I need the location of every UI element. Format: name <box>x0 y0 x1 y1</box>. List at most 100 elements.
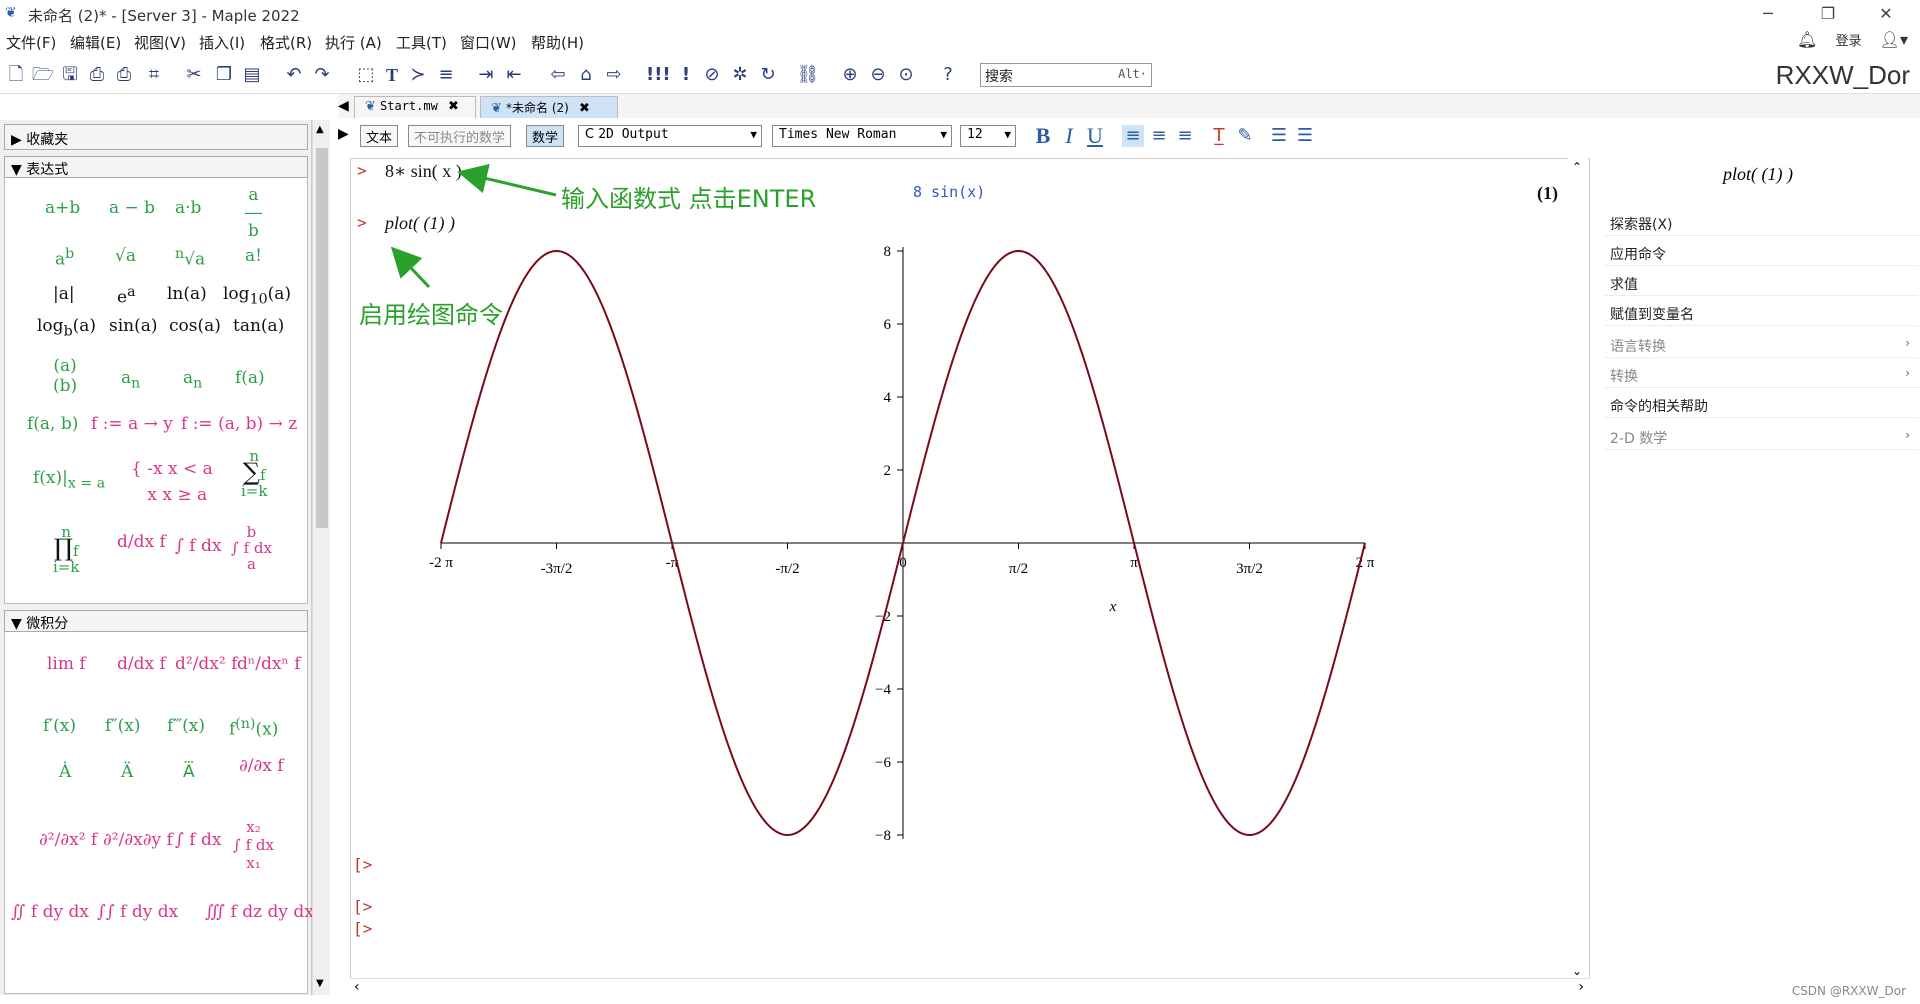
style-select[interactable]: C 2D Output ▼ <box>578 125 762 147</box>
menu-insert[interactable]: 插入(I) <box>199 32 245 53</box>
palette-sum-ab[interactable]: a+b <box>45 198 80 218</box>
context-item[interactable]: 求值 <box>1604 268 1918 296</box>
scroll-up-icon[interactable]: ⌃ <box>1572 160 1582 174</box>
crop-icon[interactable]: ⌗ <box>142 63 166 87</box>
debug-icon[interactable]: ✲ <box>728 63 752 87</box>
align-left-icon[interactable]: ≡ <box>1122 125 1144 147</box>
menu-window[interactable]: 窗口(W) <box>460 32 517 53</box>
save-icon[interactable]: 🖫 <box>58 63 82 87</box>
palette-partial-2[interactable]: ∂²/∂x² f <box>39 830 97 850</box>
text-mode-icon[interactable]: T <box>380 63 404 87</box>
close-button[interactable]: ✕ <box>1866 2 1906 26</box>
context-item[interactable]: 语言转换 › <box>1604 330 1918 358</box>
zoom-in-icon[interactable]: ⊕ <box>838 63 862 87</box>
palette-sin[interactable]: sin(a) <box>109 316 158 336</box>
bold-icon[interactable]: B <box>1032 125 1054 147</box>
palette-dn-dxn[interactable]: dⁿ/dxⁿ f <box>237 654 300 674</box>
palette-ln[interactable]: ln(a) <box>167 284 207 304</box>
sine-plot[interactable]: 8642−2−4−6−8-2 π -3π/2 -π -π/2 0 π/2 π 3π/2 2 πx <box>429 244 1375 844</box>
search-input[interactable]: 搜索 Alt· <box>980 63 1152 87</box>
math-prompt-icon[interactable]: ≻ <box>406 63 430 87</box>
palette-scroll-thumb[interactable] <box>316 148 328 528</box>
palette-header-favorites[interactable]: ▶ 收藏夹 <box>4 124 308 150</box>
print-icon[interactable]: ⎙ <box>85 63 109 87</box>
palette-abs[interactable]: |a| <box>53 284 75 304</box>
palette-diff-ab[interactable]: a − b <box>109 198 155 218</box>
palette-sqrt[interactable]: √a <box>115 246 136 266</box>
menu-view[interactable]: 视图(V) <box>134 32 186 53</box>
execute-icon[interactable]: ! <box>674 63 698 87</box>
align-center-icon[interactable]: ≡ <box>1148 125 1170 147</box>
palette-eval-at[interactable]: f(x)|x = a <box>33 468 105 491</box>
scroll-down-icon[interactable]: ▼ <box>316 978 324 989</box>
worksheet[interactable]: > 8∗ sin( x ) 8 sin(x) (1) > plot( (1) )… <box>350 158 1590 980</box>
underline-icon[interactable]: U <box>1084 125 1106 147</box>
palette-power[interactable]: ab <box>55 246 74 270</box>
execution-group-icon[interactable]: ≡ <box>434 63 458 87</box>
cut-icon[interactable]: ✂ <box>182 63 206 87</box>
palette-arrow-def[interactable]: f := a → y <box>91 414 173 434</box>
empty-prompt[interactable]: [> <box>353 919 372 938</box>
palette-cos[interactable]: cos(a) <box>169 316 221 336</box>
user-icon[interactable]: 👤︎▾ <box>1880 30 1908 49</box>
tab-untitled-2[interactable]: ❦ *未命名 (2) ✖ <box>480 96 618 118</box>
context-item[interactable]: 赋值到变量名 <box>1604 298 1918 326</box>
new-document-icon[interactable]: 🗋 <box>4 63 28 87</box>
context-item[interactable]: 转换 › <box>1604 360 1918 388</box>
palette-definite-integral-2[interactable]: x₂ ∫ f dx x₁ <box>233 818 274 872</box>
stop-icon[interactable]: ⊘ <box>700 63 724 87</box>
home-icon[interactable]: ⌂ <box>574 63 598 87</box>
highlight-icon[interactable]: ✎ <box>1234 125 1256 147</box>
worksheet-vertical-scrollbar[interactable]: ⌃ ⌄ <box>1568 158 1588 980</box>
palette-f-triple-prime[interactable]: f‴(x) <box>167 716 205 736</box>
palette-ddot-a[interactable]: Ä <box>121 762 133 782</box>
link-icon[interactable]: ⛓ <box>796 63 820 87</box>
palette-partial[interactable]: ∂/∂x f <box>239 756 284 776</box>
font-select[interactable]: Times New Roman ▼ <box>772 125 952 147</box>
palette-exp[interactable]: ea <box>117 284 136 308</box>
open-folder-icon[interactable]: 🗁 <box>31 63 55 87</box>
menu-format[interactable]: 格式(R) <box>260 32 312 53</box>
palette-triple-integral[interactable]: ∭ f dz dy dx <box>205 902 314 922</box>
print-preview-icon[interactable]: ⎙ <box>112 63 136 87</box>
back-icon[interactable]: ⇦ <box>546 63 570 87</box>
panel-toggle-icon[interactable]: ◀ <box>338 98 349 114</box>
paste-icon[interactable]: ▤ <box>240 63 264 87</box>
scroll-down-icon[interactable]: ⌄ <box>1572 964 1582 978</box>
text-color-icon[interactable]: T̲ <box>1208 125 1230 147</box>
indent-icon[interactable]: ⇥ <box>474 63 498 87</box>
palette-f-nth[interactable]: f(n)(x) <box>229 716 278 740</box>
context-item[interactable]: 探索器(X) <box>1604 208 1918 236</box>
menu-tools[interactable]: 工具(T) <box>396 32 447 53</box>
palette-header-expression[interactable]: ▼ 表达式 <box>4 156 308 178</box>
scroll-right-icon[interactable]: › <box>1578 979 1584 995</box>
palette-mixed-partial[interactable]: ∂²/∂x∂y f <box>103 830 173 850</box>
minimize-button[interactable]: ─ <box>1748 2 1788 26</box>
palette-piecewise[interactable]: { -x x < a x x ≥ a <box>131 456 213 508</box>
scroll-up-icon[interactable]: ▲ <box>316 124 324 135</box>
text-mode-button[interactable]: 文本 <box>360 125 399 147</box>
bell-icon[interactable]: 🔔︎ <box>1797 30 1817 49</box>
palette-f-double-prime[interactable]: f″(x) <box>105 716 141 736</box>
palette-double-definite[interactable]: ∫∫ f dy dx <box>97 902 178 922</box>
palette-dddot-a[interactable]: A⃛ <box>183 762 195 782</box>
undo-icon[interactable]: ↶ <box>282 63 306 87</box>
palette-product[interactable]: n ∏f i=k <box>53 524 79 575</box>
zoom-out-icon[interactable]: ⊖ <box>866 63 890 87</box>
menu-edit[interactable]: 编辑(E) <box>70 32 121 53</box>
palette-double-integral[interactable]: ∬ f dy dx <box>11 902 89 922</box>
outdent-icon[interactable]: ⇤ <box>502 63 526 87</box>
nonexec-math-button[interactable]: 不可执行的数学 <box>408 125 512 147</box>
palette-derivative[interactable]: d/dx f <box>117 532 166 552</box>
execute-all-icon[interactable]: !!! <box>646 63 671 87</box>
worksheet-horizontal-scrollbar[interactable]: ‹ › <box>350 978 1590 998</box>
context-item[interactable]: 2-D 数学 › <box>1604 422 1918 450</box>
palette-subscript-literal[interactable]: an <box>183 368 202 391</box>
math-mode-button[interactable]: 数学 <box>526 125 565 147</box>
menu-execute[interactable]: 执行 (A) <box>325 32 382 53</box>
bullet-list-icon[interactable]: ☰ <box>1268 125 1290 147</box>
palette-scrollbar[interactable]: ▲ ▼ <box>312 120 330 995</box>
copy-icon[interactable]: ❐ <box>212 63 236 87</box>
restart-icon[interactable]: ↻ <box>756 63 780 87</box>
palette-function[interactable]: f(a) <box>235 368 265 388</box>
